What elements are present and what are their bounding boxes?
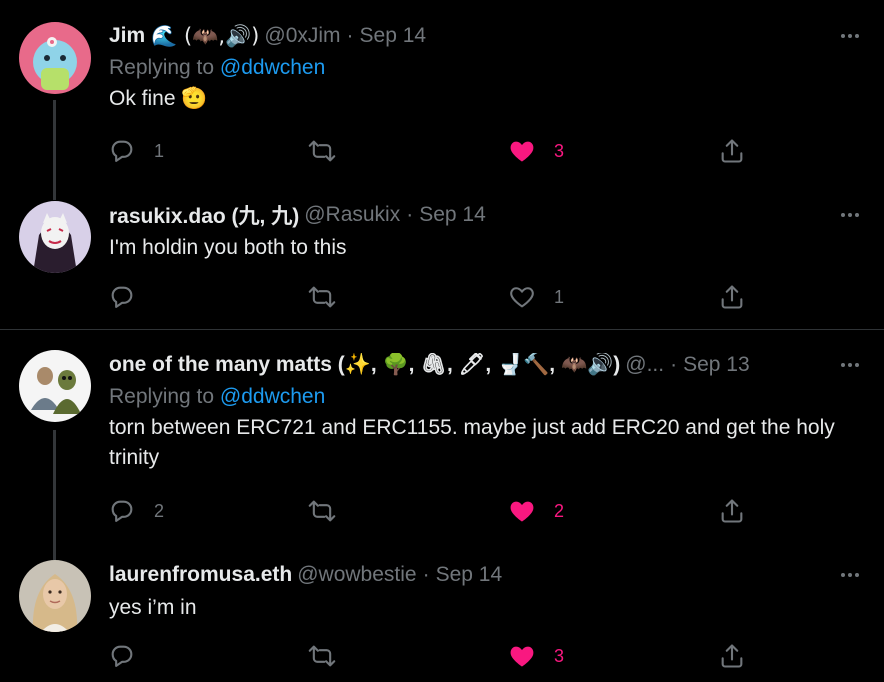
separator-dot: ·	[346, 24, 354, 47]
like-button[interactable]: 3	[508, 136, 718, 166]
separator-dot: ·	[422, 563, 430, 586]
share-button[interactable]	[718, 641, 746, 671]
action-bar: 1	[108, 282, 748, 312]
tweet-header: one of the many matts (✨, 🌳, 🖇, 🖊, 🚽🔨, 🦇…	[109, 351, 864, 379]
reply-icon	[111, 286, 133, 308]
like-button[interactable]: 3	[508, 641, 718, 671]
heart-icon	[510, 501, 534, 522]
retweet-icon	[308, 500, 336, 522]
action-bar: 1 3	[108, 136, 748, 166]
retweet-button[interactable]	[308, 641, 508, 671]
tweet-rasukix[interactable]: rasukix.dao (九, 九) @Rasukix · Sep 14 I'm…	[0, 180, 884, 330]
avatar-matts[interactable]	[19, 350, 91, 422]
tweet-jim[interactable]: Jim 🌊 (🦇,🔊) @0xJim · Sep 14 Replying to …	[0, 0, 884, 200]
heart-icon	[510, 287, 534, 308]
retweet-icon	[308, 140, 336, 162]
share-icon	[721, 499, 743, 523]
tweet-date[interactable]: Sep 14	[436, 563, 503, 587]
replying-to-label: Replying to	[109, 56, 215, 79]
like-count: 3	[554, 645, 565, 666]
tweet-header: laurenfromusa.eth @wowbestie · Sep 14	[109, 561, 864, 589]
tweet-date[interactable]: Sep 14	[419, 203, 486, 227]
share-button[interactable]	[718, 282, 746, 312]
reply-button[interactable]: 2	[108, 496, 308, 526]
reply-icon	[111, 645, 133, 667]
retweet-button[interactable]	[308, 136, 508, 166]
tweet-date[interactable]: Sep 14	[360, 24, 427, 48]
tweet-text: I'm holdin you both to this	[109, 236, 347, 259]
reply-to-handle-link[interactable]: @ddwchen	[220, 385, 325, 408]
action-bar: 3	[108, 641, 748, 671]
action-bar: 2 2	[108, 496, 748, 526]
like-count: 1	[554, 286, 565, 307]
tweet-matts[interactable]: one of the many matts (✨, 🌳, 🖇, 🖊, 🚽🔨, 🦇…	[0, 330, 884, 560]
share-icon	[721, 644, 743, 668]
tweet-header: rasukix.dao (九, 九) @Rasukix · Sep 14	[109, 201, 864, 229]
separator-dot: ·	[406, 203, 414, 226]
replying-to: Replying to @ddwchen	[109, 383, 864, 411]
share-icon	[721, 139, 743, 163]
like-count: 2	[554, 500, 565, 521]
heart-icon	[510, 646, 534, 667]
reply-count: 2	[154, 500, 165, 521]
separator-dot: ·	[670, 353, 678, 376]
share-icon	[721, 285, 743, 309]
tweet-header: Jim 🌊 (🦇,🔊) @0xJim · Sep 14	[109, 22, 864, 50]
tweet-text: torn between ERC721 and ERC1155. maybe j…	[109, 416, 835, 469]
reply-button[interactable]	[108, 641, 308, 671]
share-button[interactable]	[718, 136, 746, 166]
retweet-icon	[308, 645, 336, 667]
display-name[interactable]: laurenfromusa.eth	[109, 563, 292, 587]
heart-icon	[510, 141, 534, 162]
tweet-date[interactable]: Sep 13	[683, 353, 750, 377]
share-button[interactable]	[718, 496, 746, 526]
display-name-emoji: 🌊 (🦇,🔊)	[151, 23, 260, 48]
more-icon[interactable]	[836, 22, 864, 50]
avatar-lauren[interactable]	[19, 560, 91, 632]
retweet-button[interactable]	[308, 282, 508, 312]
user-handle[interactable]: @0xJim	[264, 24, 340, 48]
tweet-text: Ok fine 🫡	[109, 87, 208, 110]
reply-icon	[111, 500, 133, 522]
like-button[interactable]: 2	[508, 496, 718, 526]
more-icon[interactable]	[836, 201, 864, 229]
tweet-lauren[interactable]: laurenfromusa.eth @wowbestie · Sep 14 ye…	[0, 540, 884, 682]
user-handle[interactable]: @...	[625, 353, 664, 377]
avatar-rasukix[interactable]	[19, 201, 91, 273]
user-handle[interactable]: @wowbestie	[297, 563, 416, 587]
display-name[interactable]: Jim	[109, 24, 145, 48]
reply-icon	[111, 140, 133, 162]
reply-button[interactable]: 1	[108, 136, 308, 166]
retweet-icon	[308, 286, 336, 308]
user-handle[interactable]: @Rasukix	[304, 203, 400, 227]
retweet-button[interactable]	[308, 496, 508, 526]
like-button[interactable]: 1	[508, 282, 718, 312]
replying-to-label: Replying to	[109, 385, 215, 408]
like-count: 3	[554, 140, 565, 161]
avatar-jim[interactable]	[19, 22, 91, 94]
tweet-text: yes i’m in	[109, 596, 197, 619]
more-icon[interactable]	[836, 561, 864, 589]
reply-button[interactable]	[108, 282, 308, 312]
reply-count: 1	[154, 140, 165, 161]
more-icon[interactable]	[836, 351, 864, 379]
display-name[interactable]: one of the many matts (✨, 🌳, 🖇, 🖊, 🚽🔨, 🦇…	[109, 353, 620, 377]
reply-to-handle-link[interactable]: @ddwchen	[220, 56, 325, 79]
replying-to: Replying to @ddwchen	[109, 54, 864, 82]
display-name[interactable]: rasukix.dao (九, 九)	[109, 200, 299, 230]
